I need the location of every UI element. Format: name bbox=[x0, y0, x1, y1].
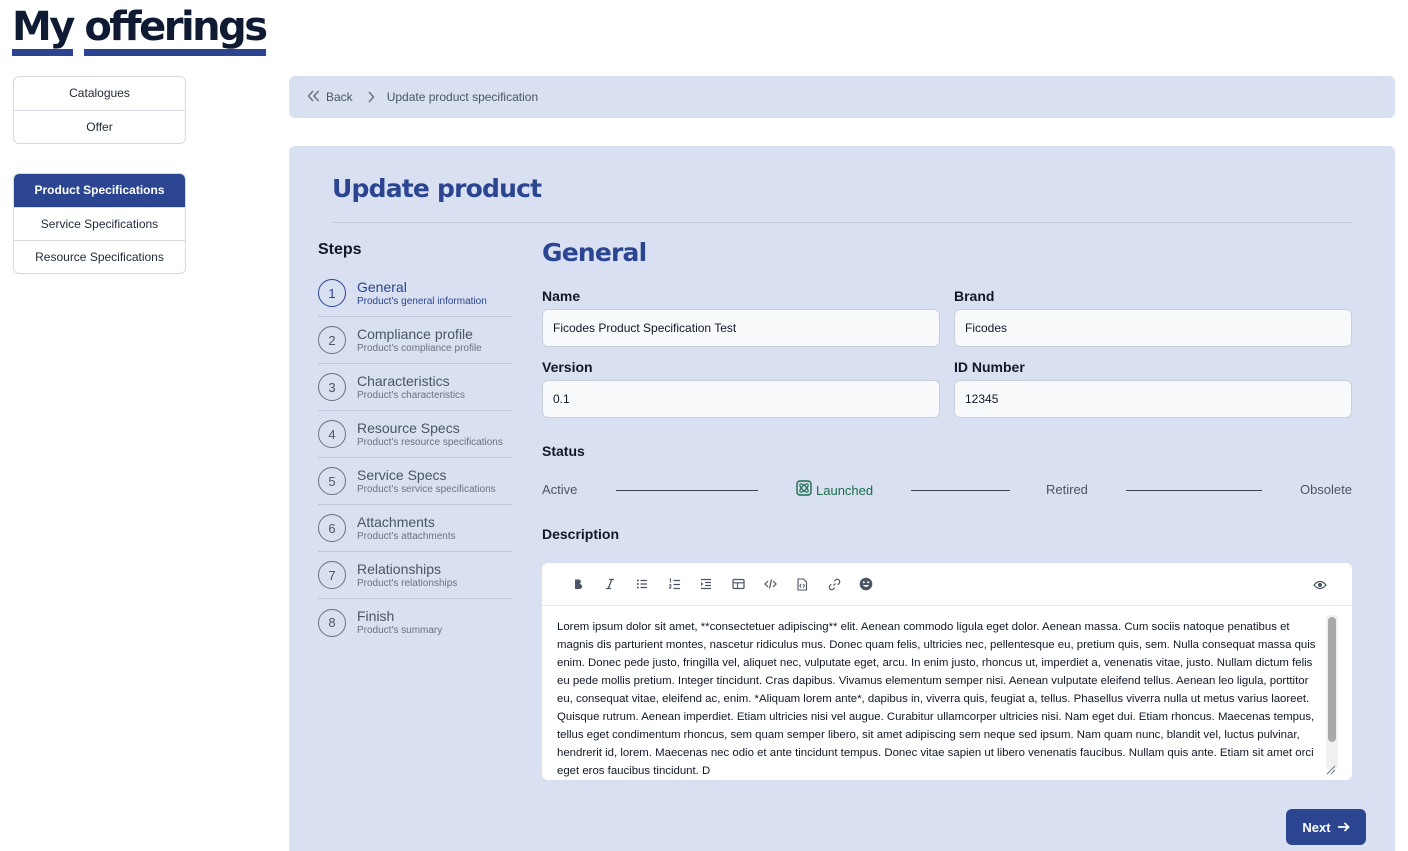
status-connector bbox=[911, 490, 1010, 491]
description-textarea[interactable]: Lorem ipsum dolor sit amet, **consectetu… bbox=[542, 606, 1352, 780]
name-label: Name bbox=[542, 288, 581, 304]
back-label: Back bbox=[326, 90, 353, 104]
code-icon[interactable] bbox=[754, 572, 786, 596]
brand-field[interactable] bbox=[954, 309, 1352, 347]
step-relationships[interactable]: 7 Relationships Product's relationships bbox=[318, 552, 513, 599]
step-general[interactable]: 1 General Product's general information bbox=[318, 270, 513, 317]
chevron-right-icon bbox=[367, 91, 375, 103]
id-number-label: ID Number bbox=[954, 359, 1025, 375]
step-label: Finish bbox=[357, 608, 395, 624]
step-attachments[interactable]: 6 Attachments Product's attachments bbox=[318, 505, 513, 552]
divider bbox=[332, 222, 1352, 223]
link-icon[interactable] bbox=[818, 572, 850, 596]
name-field[interactable] bbox=[542, 309, 940, 347]
steps-list: 1 General Product's general information 2… bbox=[318, 270, 513, 646]
step-number: 3 bbox=[318, 373, 346, 401]
status-active[interactable]: Active bbox=[542, 480, 577, 500]
step-label: Characteristics bbox=[357, 372, 450, 389]
sidebar-item-service-specifications[interactable]: Service Specifications bbox=[14, 207, 185, 240]
bold-icon[interactable] bbox=[562, 572, 594, 596]
step-number: 2 bbox=[318, 326, 346, 354]
status-obsolete[interactable]: Obsolete bbox=[1300, 480, 1352, 500]
steps-title: Steps bbox=[318, 241, 362, 258]
form-title: Update product bbox=[332, 174, 542, 203]
status-launched-label: Launched bbox=[816, 483, 874, 498]
status-launched-icon bbox=[796, 480, 812, 502]
status-connector bbox=[1126, 490, 1262, 491]
step-subtitle: Product's resource specifications bbox=[357, 436, 503, 448]
step-label: Compliance profile bbox=[357, 325, 473, 342]
double-chevron-left-icon bbox=[307, 89, 320, 105]
next-button[interactable]: Next bbox=[1286, 809, 1366, 845]
status-connector bbox=[616, 490, 758, 491]
next-label: Next bbox=[1302, 819, 1331, 835]
table-icon[interactable] bbox=[722, 572, 754, 596]
update-product-card: Update product Steps 1 General Product's … bbox=[289, 146, 1395, 851]
step-characteristics[interactable]: 3 Characteristics Product's characteristi… bbox=[318, 364, 513, 411]
back-link[interactable]: Back bbox=[307, 89, 353, 105]
status-label: Status bbox=[542, 443, 585, 459]
step-subtitle: Product's relationships bbox=[357, 577, 458, 589]
step-number: 4 bbox=[318, 420, 346, 448]
step-service-specs[interactable]: 5 Service Specs Product's service specifi… bbox=[318, 458, 513, 505]
emoji-icon[interactable] bbox=[850, 572, 882, 596]
page-title-word: My bbox=[12, 7, 75, 56]
eye-icon[interactable] bbox=[1304, 573, 1336, 597]
status-stepper: Active Launched Retired Obsolete bbox=[542, 480, 1352, 500]
sidebar-item-product-specifications[interactable]: Product Specifications bbox=[14, 174, 185, 207]
version-field[interactable] bbox=[542, 380, 940, 418]
code-block-icon[interactable] bbox=[786, 572, 818, 596]
sidebar-item-resource-specifications[interactable]: Resource Specifications bbox=[14, 240, 185, 273]
description-editor: Lorem ipsum dolor sit amet, **consectetu… bbox=[542, 563, 1352, 780]
step-subtitle: Product's attachments bbox=[357, 530, 456, 542]
status-retired[interactable]: Retired bbox=[1046, 480, 1088, 500]
arrow-right-icon bbox=[1337, 820, 1350, 835]
step-label: Service Specs bbox=[357, 466, 447, 483]
step-subtitle: Product's general information bbox=[357, 295, 487, 307]
sidebar-item-offer[interactable]: Offer bbox=[14, 110, 185, 143]
page-title-word: offerings bbox=[84, 7, 268, 56]
sidebar-specifications-group: Product Specifications Service Specifica… bbox=[13, 173, 186, 274]
step-subtitle: Product's compliance profile bbox=[357, 342, 482, 354]
description-label: Description bbox=[542, 526, 620, 542]
brand-label: Brand bbox=[954, 288, 995, 304]
breadcrumb: Back Update product specification bbox=[289, 76, 1395, 118]
editor-toolbar bbox=[542, 563, 1352, 606]
section-title: General bbox=[542, 238, 647, 267]
step-label: Resource Specs bbox=[357, 419, 460, 436]
version-label: Version bbox=[542, 359, 593, 375]
editor-scrollbar-thumb[interactable] bbox=[1328, 617, 1336, 742]
step-label: Attachments bbox=[357, 513, 435, 530]
step-number: 8 bbox=[318, 608, 346, 637]
sidebar-item-catalogues[interactable]: Catalogues bbox=[14, 77, 185, 110]
indent-icon[interactable] bbox=[690, 572, 722, 596]
status-launched[interactable]: Launched bbox=[796, 480, 873, 502]
breadcrumb-current: Update product specification bbox=[386, 90, 539, 104]
step-number: 1 bbox=[318, 279, 346, 307]
step-finish[interactable]: 8 Finish Product's summary bbox=[318, 599, 513, 646]
step-compliance-profile[interactable]: 2 Compliance profile Product's compliance… bbox=[318, 317, 513, 364]
italic-icon[interactable] bbox=[594, 572, 626, 596]
step-number: 6 bbox=[318, 514, 346, 542]
step-subtitle: Product's characteristics bbox=[357, 389, 466, 401]
step-subtitle: Product's service specifications bbox=[357, 483, 496, 495]
bullet-list-icon[interactable] bbox=[626, 572, 658, 596]
sidebar-offerings-group: Catalogues Offer bbox=[13, 76, 186, 144]
step-resource-specs[interactable]: 4 Resource Specs Product's resource speci… bbox=[318, 411, 513, 458]
step-number: 5 bbox=[318, 467, 346, 495]
step-number: 7 bbox=[318, 561, 346, 589]
numbered-list-icon[interactable] bbox=[658, 572, 690, 596]
page-title: My offerings bbox=[12, 4, 268, 56]
resize-handle-icon[interactable] bbox=[1326, 762, 1336, 775]
step-subtitle: Product's summary bbox=[357, 625, 443, 636]
step-label: General bbox=[357, 278, 407, 295]
id-number-field[interactable] bbox=[954, 380, 1352, 418]
step-label: Relationships bbox=[357, 560, 442, 577]
